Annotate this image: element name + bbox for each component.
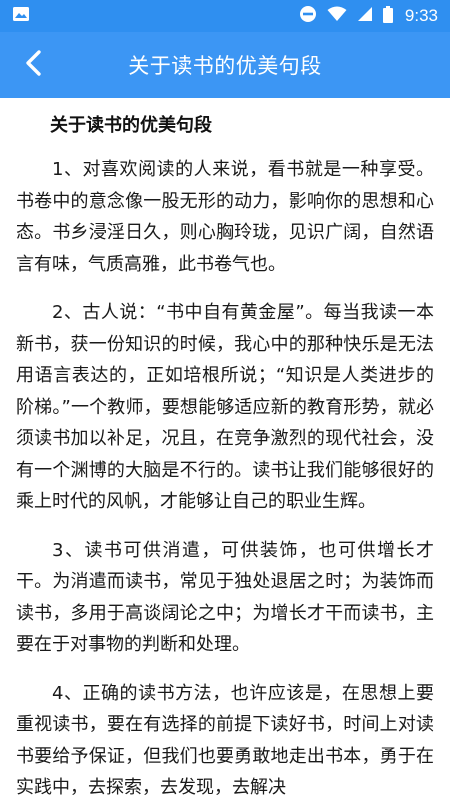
status-bar: 9:33 <box>0 0 450 32</box>
app-bar-title: 关于读书的优美句段 <box>128 54 322 78</box>
status-left <box>12 5 30 27</box>
wifi-icon <box>327 6 347 26</box>
article-paragraph-2: 2、古人说：“书中自有黄金屋”。每当我读一本新书，获一份知识的时候，我心中的那种… <box>16 302 434 512</box>
article-paragraph-3: 3、读书可供消遣，可供装饰，也可供增长才干。为消遣而读书，常见于独处退居之时；为… <box>16 539 434 656</box>
article-paragraph-1: 1、对喜欢阅读的人来说，看书就是一种享受。书卷中的意念像一股无形的动力，影响你的… <box>16 159 434 275</box>
image-icon <box>12 5 30 27</box>
article-content[interactable]: 关于读书的优美句段 1、对喜欢阅读的人来说，看书就是一种享受。书卷中的意念像一股… <box>0 98 450 800</box>
chevron-left-icon <box>23 49 45 81</box>
battery-icon <box>382 5 393 27</box>
back-button[interactable] <box>14 45 54 85</box>
article-paragraph-4: 4、正确的读书方法，也许应该是，在思想上要重视读书，要在有选择的前提下读好书，时… <box>16 682 434 799</box>
app-bar: 关于读书的优美句段 <box>0 32 450 98</box>
article-title: 关于读书的优美句段 <box>50 115 212 136</box>
do-not-disturb-icon <box>299 5 317 27</box>
signal-icon <box>357 6 373 26</box>
status-time: 9:33 <box>404 6 438 25</box>
status-right: 9:33 <box>299 5 438 27</box>
